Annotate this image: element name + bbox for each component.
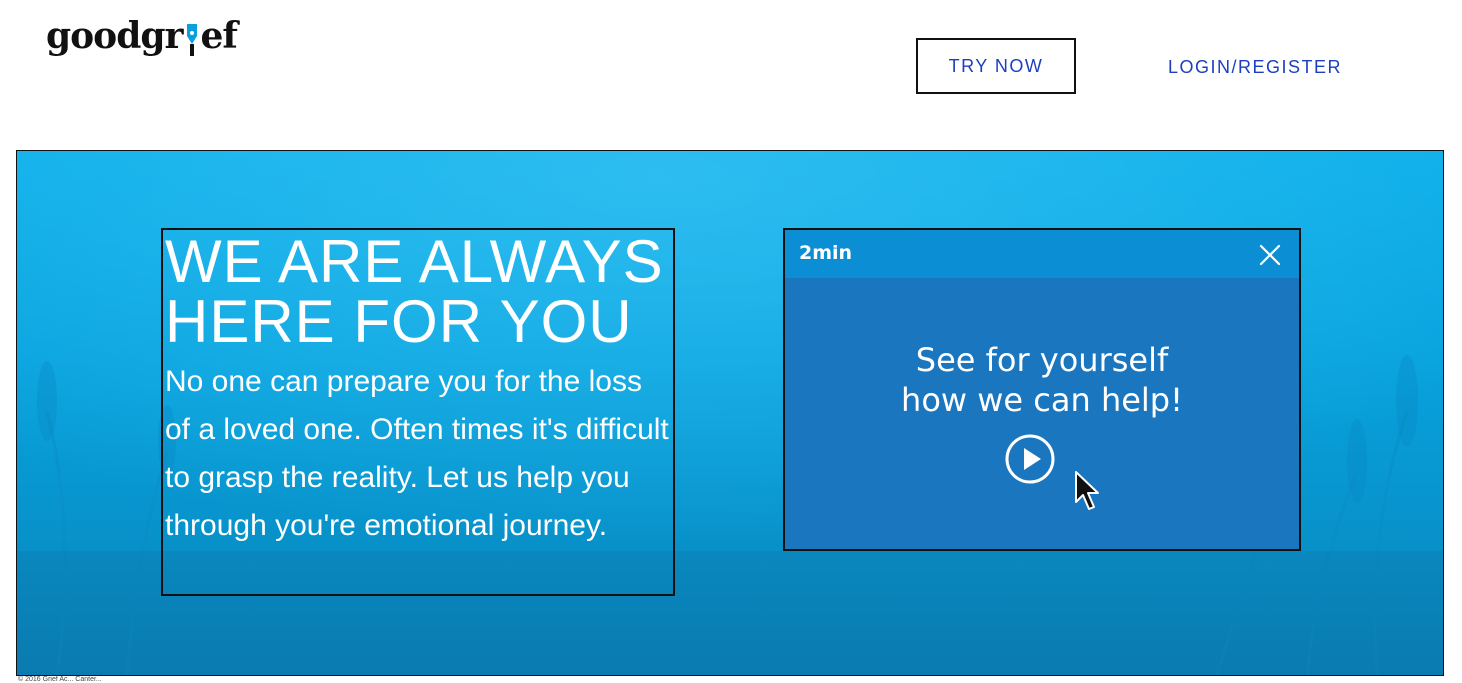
video-cta-text: See for yourself how we can help! — [785, 340, 1299, 420]
hero-text-block: WE ARE ALWAYS HERE FOR YOU No one can pr… — [161, 228, 675, 596]
cta-line-1: See for yourself — [915, 341, 1169, 379]
video-title-bar: 2min — [785, 230, 1299, 278]
pen-nib-icon — [184, 22, 200, 56]
mouse-pointer-icon — [1074, 470, 1102, 514]
hero-headline: WE ARE ALWAYS HERE FOR YOU — [165, 232, 673, 352]
hero-body-text: No one can prepare you for the loss of a… — [165, 365, 669, 542]
logo[interactable]: goodgr ef — [46, 15, 238, 57]
try-now-button[interactable]: TRY NOW — [916, 38, 1076, 94]
hero-banner: WE ARE ALWAYS HERE FOR YOU No one can pr… — [16, 150, 1444, 676]
headline-line-2: HERE FOR YOU — [165, 288, 633, 355]
login-register-link[interactable]: LOGIN/REGISTER — [1160, 52, 1350, 82]
video-duration: 2min — [799, 242, 853, 264]
video-card[interactable]: 2min See for yourself how we can help! — [783, 228, 1301, 551]
logo-text-left: goodgr — [46, 15, 184, 57]
headline-line-1: WE ARE ALWAYS — [165, 228, 664, 295]
close-icon[interactable] — [1259, 244, 1281, 266]
logo-text-right: ef — [200, 15, 238, 57]
cta-line-2: how we can help! — [901, 381, 1183, 419]
play-icon[interactable] — [1004, 433, 1056, 485]
